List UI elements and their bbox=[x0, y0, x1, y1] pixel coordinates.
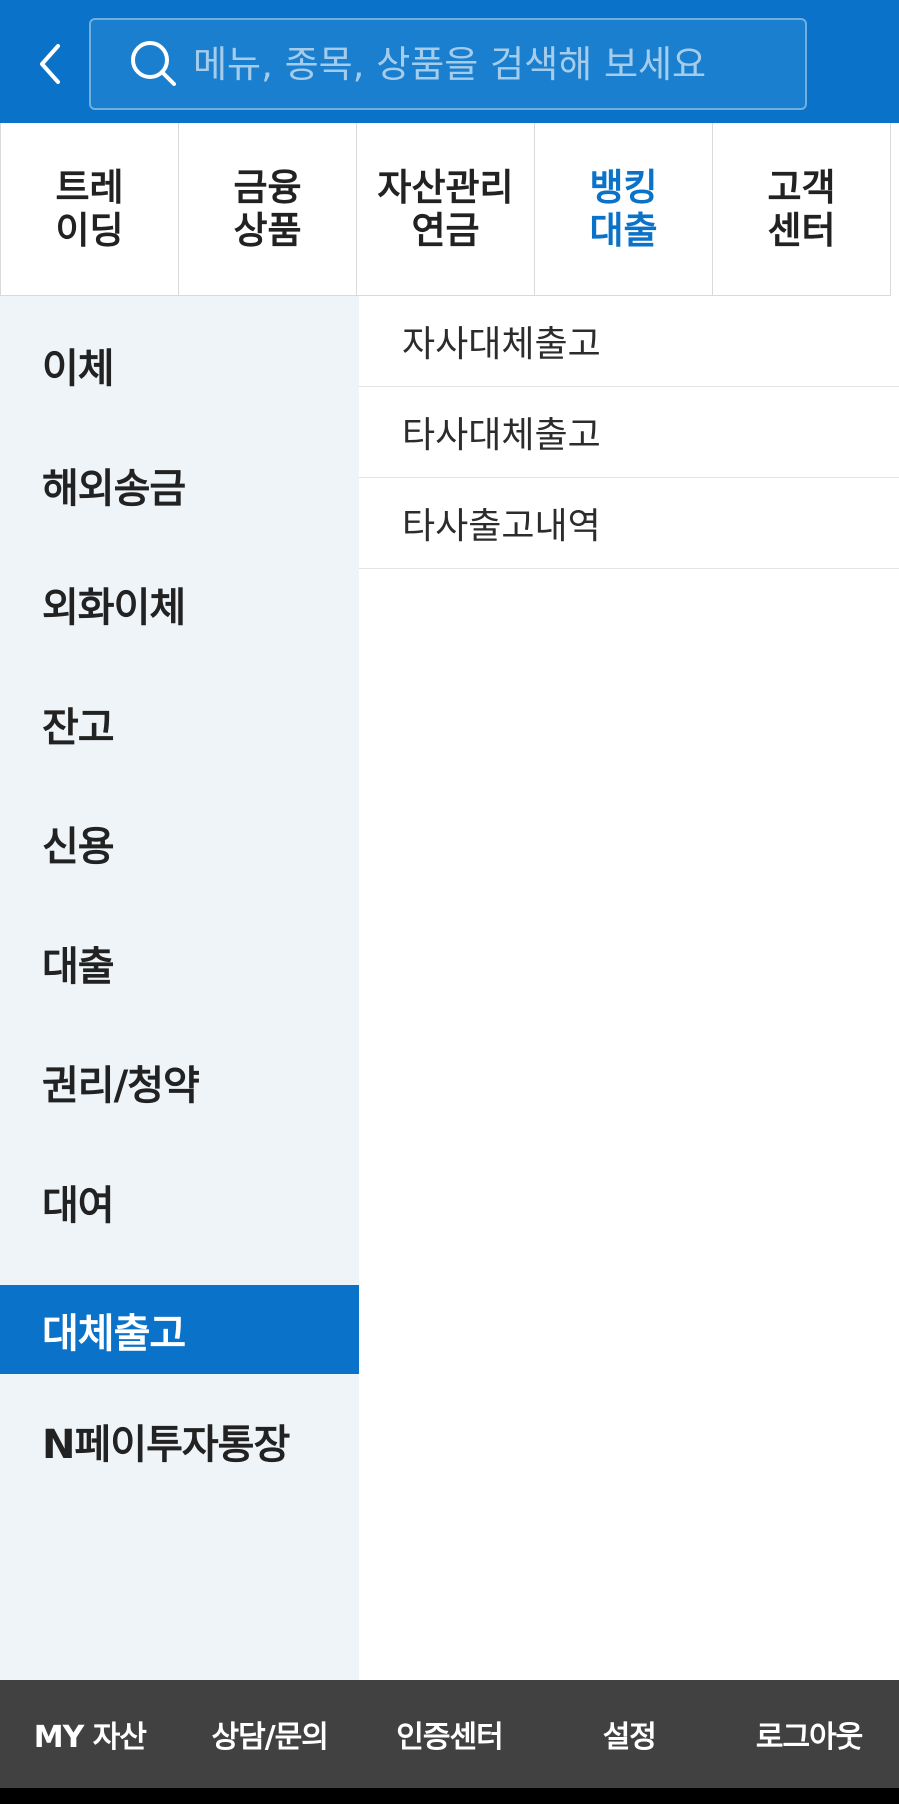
tab-label: 고객 센터 bbox=[767, 166, 836, 252]
consultation-button[interactable]: 상담/문의 bbox=[180, 1680, 360, 1788]
category-sidebar: 이체 해외송금 외화이체 잔고 신용 대출 권리/청약 대여 대체출고 N페이투… bbox=[0, 296, 359, 1680]
system-nav-bar bbox=[0, 1788, 899, 1804]
submenu-item-label: 타사대체출고 bbox=[402, 415, 601, 456]
submenu-item-own-withdrawal[interactable]: 자사대체출고 bbox=[359, 296, 899, 387]
certificate-center-button[interactable]: 인증센터 bbox=[360, 1680, 540, 1788]
sidebar-item-label: N페이투자통장 bbox=[42, 1421, 290, 1468]
submenu-item-label: 타사출고내역 bbox=[402, 506, 601, 547]
bottom-item-label: MY 자산 bbox=[33, 1720, 147, 1755]
sidebar-item-credit[interactable]: 신용 bbox=[0, 798, 359, 887]
search-box[interactable] bbox=[89, 18, 807, 110]
bottom-item-label: 인증센터 bbox=[396, 1720, 503, 1755]
sidebar-item-securities-withdrawal[interactable]: 대체출고 bbox=[0, 1285, 359, 1374]
tab-asset-pension[interactable]: 자산관리 연금 bbox=[357, 123, 535, 296]
tab-label: 트레 이딩 bbox=[55, 166, 124, 252]
tab-banking-loan[interactable]: 뱅킹 대출 bbox=[535, 123, 713, 296]
sidebar-item-transfer[interactable]: 이체 bbox=[0, 320, 359, 409]
bottom-item-label: 상담/문의 bbox=[211, 1720, 329, 1755]
bottom-item-label: 설정 bbox=[602, 1720, 657, 1755]
sidebar-item-rights-subscription[interactable]: 권리/청약 bbox=[0, 1037, 359, 1126]
tab-label: 뱅킹 대출 bbox=[589, 166, 658, 252]
bottom-item-label: 로그아웃 bbox=[755, 1720, 863, 1755]
sidebar-item-label: 권리/청약 bbox=[42, 1062, 200, 1109]
chevron-left-icon bbox=[40, 44, 60, 84]
sidebar-item-label: 외화이체 bbox=[42, 584, 186, 631]
back-button[interactable] bbox=[22, 28, 78, 100]
category-tabs: 트레 이딩 금융 상품 자산관리 연금 뱅킹 대출 고객 센터 bbox=[0, 123, 891, 296]
sidebar-item-overseas-remittance[interactable]: 해외송금 bbox=[0, 440, 359, 529]
submenu-list: 자사대체출고 타사대체출고 타사출고내역 bbox=[359, 296, 899, 569]
sidebar-item-npay-account[interactable]: N페이투자통장 bbox=[0, 1396, 359, 1485]
sidebar-item-label: 대여 bbox=[42, 1182, 115, 1229]
logout-button[interactable]: 로그아웃 bbox=[719, 1680, 899, 1788]
sidebar-item-label: 잔고 bbox=[42, 704, 115, 751]
sidebar-item-balance[interactable]: 잔고 bbox=[0, 679, 359, 768]
submenu-item-other-withdrawal[interactable]: 타사대체출고 bbox=[359, 387, 899, 478]
submenu-item-label: 자사대체출고 bbox=[402, 324, 601, 365]
tab-financial-products[interactable]: 금융 상품 bbox=[179, 123, 357, 296]
tab-trading[interactable]: 트레 이딩 bbox=[1, 123, 179, 296]
sidebar-item-label: 신용 bbox=[42, 823, 115, 870]
tab-label: 자산관리 연금 bbox=[377, 166, 514, 252]
settings-button[interactable]: 설정 bbox=[539, 1680, 719, 1788]
bottom-bar: MY 자산 상담/문의 인증센터 설정 로그아웃 bbox=[0, 1680, 899, 1788]
my-assets-button[interactable]: MY 자산 bbox=[0, 1680, 180, 1788]
sidebar-item-loan[interactable]: 대출 bbox=[0, 918, 359, 1007]
submenu-item-other-history[interactable]: 타사출고내역 bbox=[359, 478, 899, 569]
top-header bbox=[0, 0, 899, 123]
tab-label: 금융 상품 bbox=[233, 166, 302, 252]
tab-customer-center[interactable]: 고객 센터 bbox=[713, 123, 891, 296]
sidebar-item-foreign-transfer[interactable]: 외화이체 bbox=[0, 559, 359, 648]
sidebar-item-label: 대체출고 bbox=[42, 1310, 186, 1357]
sidebar-item-lending[interactable]: 대여 bbox=[0, 1157, 359, 1246]
sidebar-item-label: 이체 bbox=[42, 345, 115, 392]
sidebar-item-label: 대출 bbox=[42, 943, 115, 990]
search-input[interactable] bbox=[193, 42, 805, 86]
sidebar-item-label: 해외송금 bbox=[42, 465, 186, 512]
search-icon bbox=[129, 39, 179, 89]
